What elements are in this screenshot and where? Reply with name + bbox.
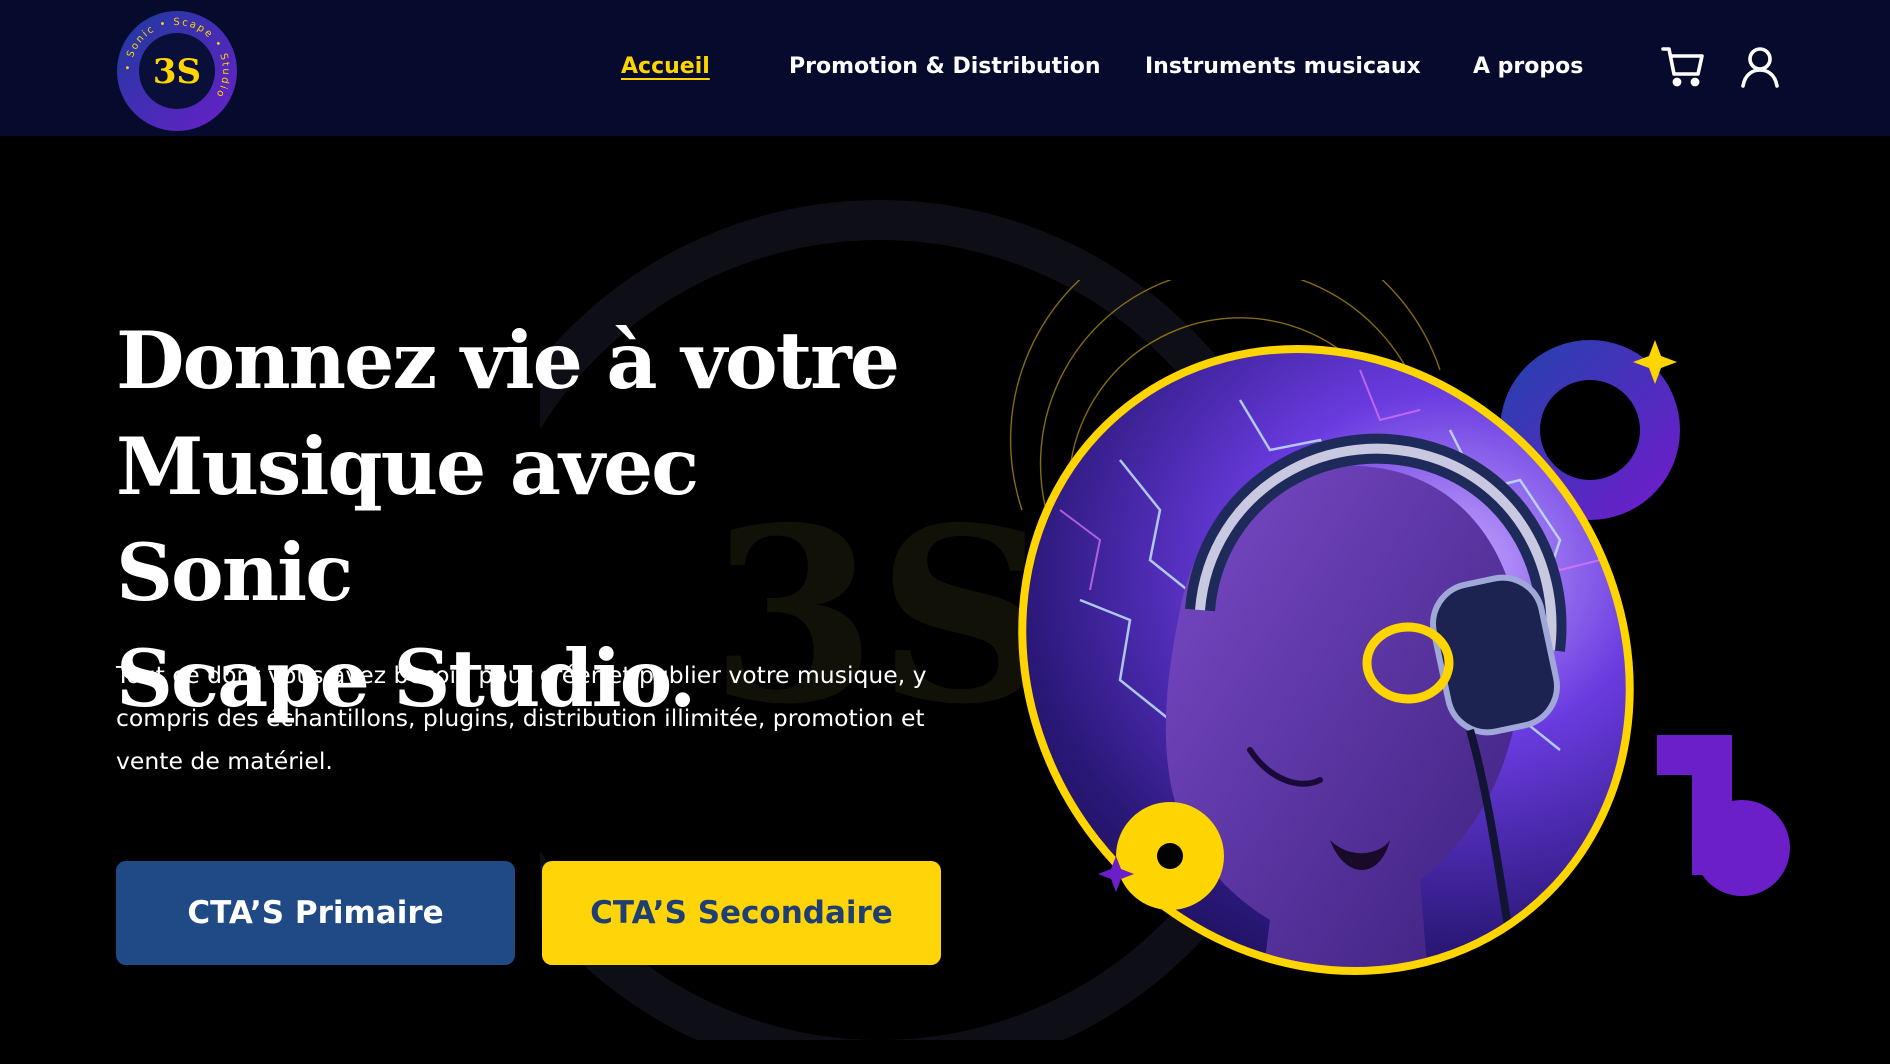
nav-accueil[interactable]: Accueil	[621, 54, 710, 79]
site-header: • Sonic • Scape • Studio 3S Accueil Prom…	[0, 0, 1890, 136]
user-icon[interactable]	[1737, 44, 1783, 88]
nav-instruments-musicaux[interactable]: Instruments musicaux	[1145, 54, 1421, 79]
secondary-cta-button[interactable]: CTA’S Secondaire	[542, 861, 941, 965]
music-note-icon	[1657, 735, 1790, 896]
logo-mark: 3S	[153, 52, 201, 92]
nav-promotion-distribution[interactable]: Promotion & Distribution	[789, 54, 1101, 79]
primary-cta-button[interactable]: CTA’S Primaire	[116, 861, 515, 965]
hero-description: Tout ce dont vous avez besoin pour créer…	[116, 661, 927, 775]
nav-a-propos[interactable]: A propos	[1473, 54, 1583, 79]
hero-illustration	[1000, 280, 1790, 1000]
cart-icon[interactable]	[1660, 44, 1706, 88]
logo[interactable]: • Sonic • Scape • Studio 3S	[116, 10, 238, 132]
